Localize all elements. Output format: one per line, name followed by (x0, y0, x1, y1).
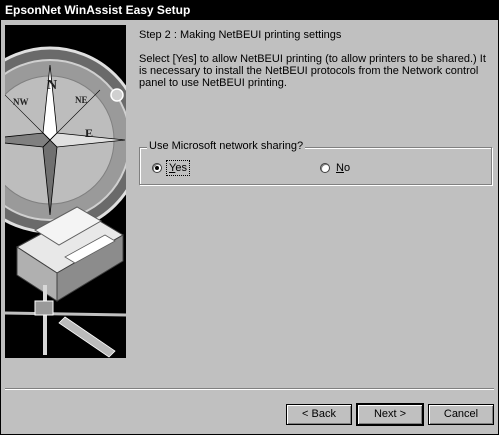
step-heading: Step 2 : Making NetBEUI printing setting… (139, 29, 342, 41)
next-button[interactable]: Next > (356, 403, 424, 426)
back-button[interactable]: < Back (286, 404, 352, 425)
no-label: No (336, 162, 351, 174)
next-button-label: Next > (373, 408, 407, 420)
network-sharing-groupbox: Use Microsoft network sharing? Yes No (139, 140, 492, 185)
no-radio[interactable]: No (320, 162, 350, 174)
step-description: Select [Yes] to allow NetBEUI printing (… (139, 53, 486, 89)
setup-illustration: N E NE NW (5, 25, 126, 358)
cancel-button[interactable]: Cancel (428, 404, 494, 425)
setup-dialog: EpsonNet WinAssist Easy Setup N E NE NW (0, 0, 499, 435)
cancel-button-label: Cancel (443, 408, 479, 420)
radio-unselected-icon[interactable] (320, 163, 330, 173)
back-button-label: < Back (302, 408, 336, 420)
window-title: EpsonNet WinAssist Easy Setup (5, 3, 191, 17)
svg-text:N: N (47, 78, 57, 93)
svg-text:NW: NW (13, 97, 29, 107)
yes-radio[interactable]: Yes (152, 160, 190, 176)
yes-label: Yes (166, 160, 190, 176)
title-bar[interactable]: EpsonNet WinAssist Easy Setup (1, 1, 498, 20)
radio-selected-icon[interactable] (152, 163, 162, 173)
svg-text:E: E (85, 126, 93, 140)
network-sharing-label: Use Microsoft network sharing? (147, 140, 306, 152)
svg-text:NE: NE (75, 95, 88, 105)
compass-printer-illustration-icon: N E NE NW (5, 25, 126, 358)
footer-separator (5, 388, 494, 390)
